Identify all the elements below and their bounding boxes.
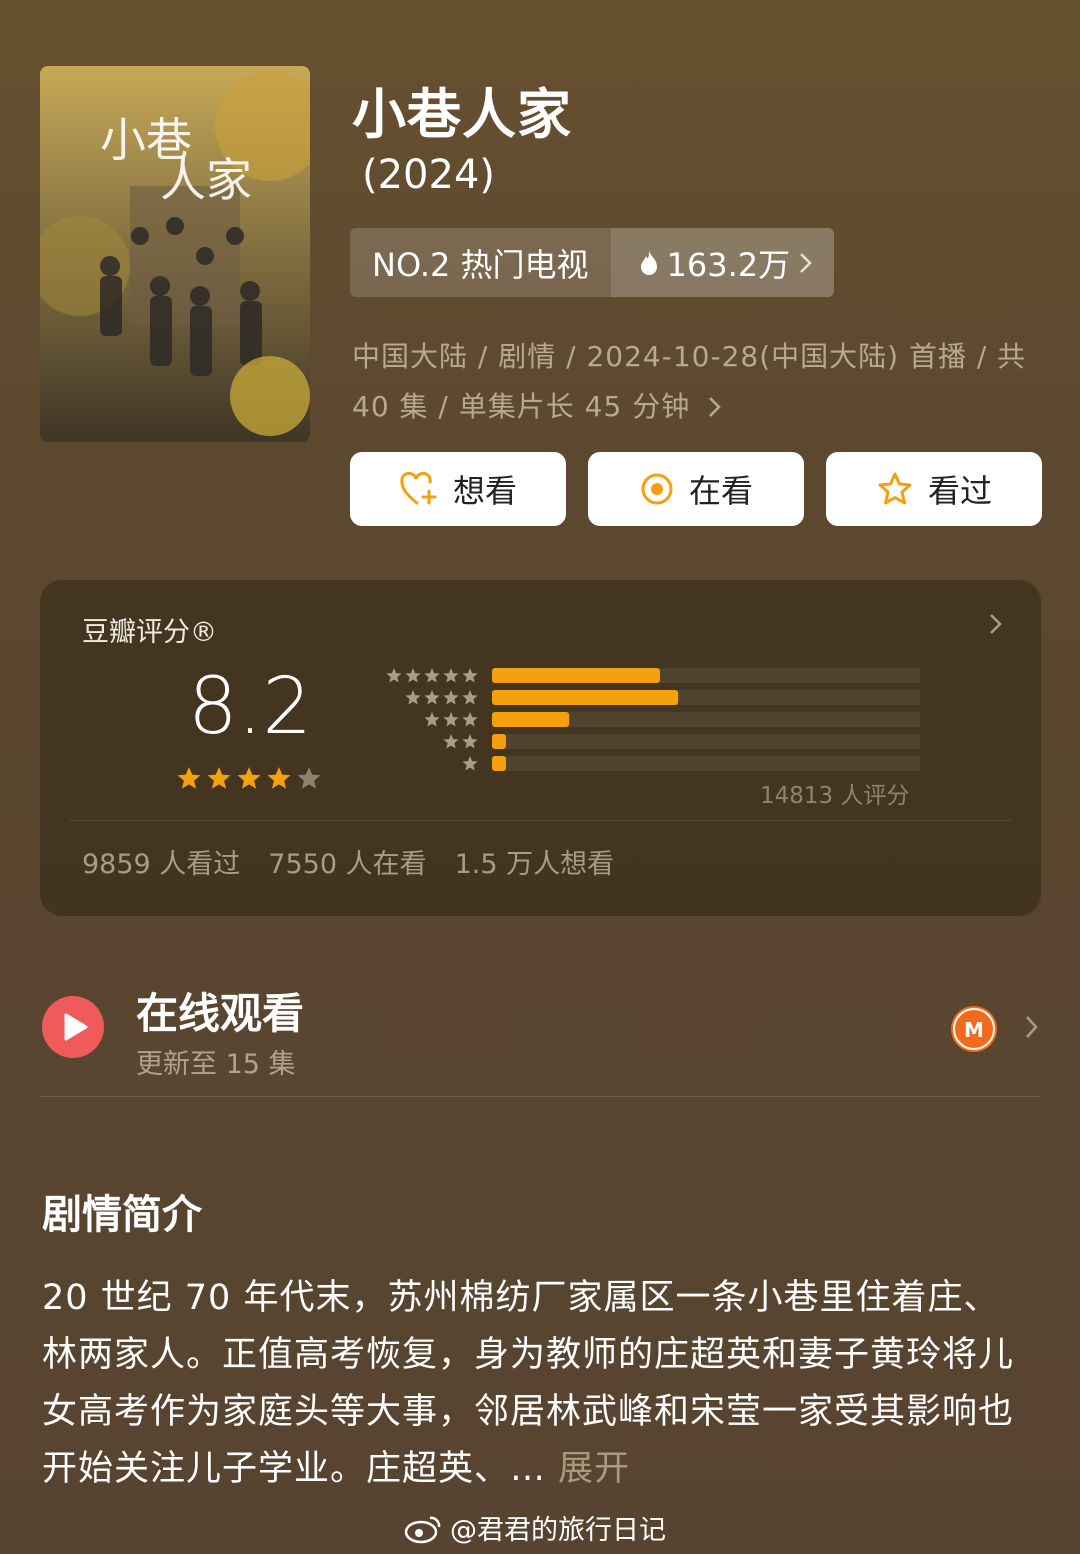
want-label: 想看 [452,472,517,510]
online-watch-row[interactable]: 在线观看 更新至 15 集 M [40,970,1041,1097]
score-star [177,767,201,789]
synopsis-body: 20 世纪 70 年代末，苏州棉纺厂家属区一条小巷里住着庄、林两家人。正值高考恢… [42,1270,1022,1498]
stat-watching: 7550 人在看 [268,849,427,880]
dist-star [405,668,421,683]
synopsis-title: 剧情简介 [42,1192,202,1238]
watching-label: 在看 [688,472,753,510]
chevron-right-icon [1026,1016,1038,1038]
meta-line-2-text: 40 集 / 单集片长 45 分钟 [352,390,691,423]
rank-label: NO.2 热门电视 [350,228,611,297]
dist-bar [492,690,679,705]
dist-star [405,690,421,705]
dist-star [443,712,459,727]
dist-star [424,668,440,683]
rating-label: 豆瓣评分® [82,617,217,648]
rating-divider [70,820,1011,821]
weibo-icon [404,1516,441,1543]
action-buttons: 想看 在看 看过 [350,452,1042,526]
star-icon [878,472,912,505]
heat-segment[interactable]: 163.2万 [610,228,835,297]
score-star [207,767,231,789]
watched-label: 看过 [927,472,992,510]
dist-star [443,690,459,705]
score-star [237,767,261,789]
dist-bar [492,756,506,771]
dist-star [462,668,478,683]
show-title: 小巷人家 [352,83,572,146]
chevron-right-icon [800,252,812,273]
watermark: @君君的旅行日记 [404,1508,666,1547]
poster-image[interactable]: 小巷 人家 [40,66,310,442]
dist-star [462,690,478,705]
rank-pill[interactable]: NO.2 热门电视 163.2万 [350,228,835,297]
dist-star [443,734,459,749]
rating-score: 8.2 [188,662,313,752]
show-meta[interactable]: 中国大陆 / 剧情 / 2024-10-28(中国大陆) 首播 / 共 40 集… [352,332,1032,432]
poster-artwork: 小巷 人家 [40,66,310,442]
synopsis-text: 20 世纪 70 年代末，苏州棉纺厂家属区一条小巷里住着庄、林两家人。正值高考恢… [42,1278,1015,1489]
stat-want: 1.5 万人想看 [454,849,615,880]
stat-watched: 9859 人看过 [82,849,241,880]
play-icon [42,996,104,1058]
dist-star [424,712,440,727]
meta-line-1: 中国大陆 / 剧情 / 2024-10-28(中国大陆) 首播 / 共 [352,340,1027,373]
show-year: (2024) [362,152,496,198]
chevron-right-icon [709,397,721,417]
score-star [297,767,321,789]
heart-plus-icon [400,471,437,505]
meta-line-2: 40 集 / 单集片长 45 分钟 [352,382,1032,432]
watched-button[interactable]: 看过 [826,452,1042,526]
svg-text:M: M [964,1018,984,1042]
chevron-right-icon [990,614,1002,634]
dist-bar [492,668,660,683]
rating-count: 14813 人评分 [760,783,910,809]
mango-tv-icon: M [951,1006,997,1052]
svg-text:人家: 人家 [160,153,252,207]
dist-track [492,734,920,749]
dist-star [462,734,478,749]
online-subtitle: 更新至 15 集 [136,1049,296,1080]
want-button[interactable]: 想看 [350,452,566,526]
dist-bar [492,712,570,727]
online-title: 在线观看 [136,989,305,1038]
score-star [267,767,291,789]
expand-link[interactable]: 展开 [558,1449,630,1489]
dist-star [443,668,459,683]
watermark-text: @君君的旅行日记 [450,1515,666,1546]
dist-star [462,756,478,771]
dist-star [424,690,440,705]
dist-star [462,712,478,727]
heat-value: 163.2万 [666,245,791,284]
rating-stats: 9859 人看过 7550 人在看 1.5 万人想看 [82,842,614,881]
rating-stars [177,767,321,789]
rating-card[interactable]: 豆瓣评分® 8.2 14813 人评分 9859 人看过 7550 人在看 1.… [40,580,1041,916]
flame-icon [640,250,657,275]
dist-track [492,756,920,771]
dist-bar [492,734,506,749]
watching-button[interactable]: 在看 [588,452,804,526]
dist-star [386,668,402,683]
target-icon [641,473,673,505]
